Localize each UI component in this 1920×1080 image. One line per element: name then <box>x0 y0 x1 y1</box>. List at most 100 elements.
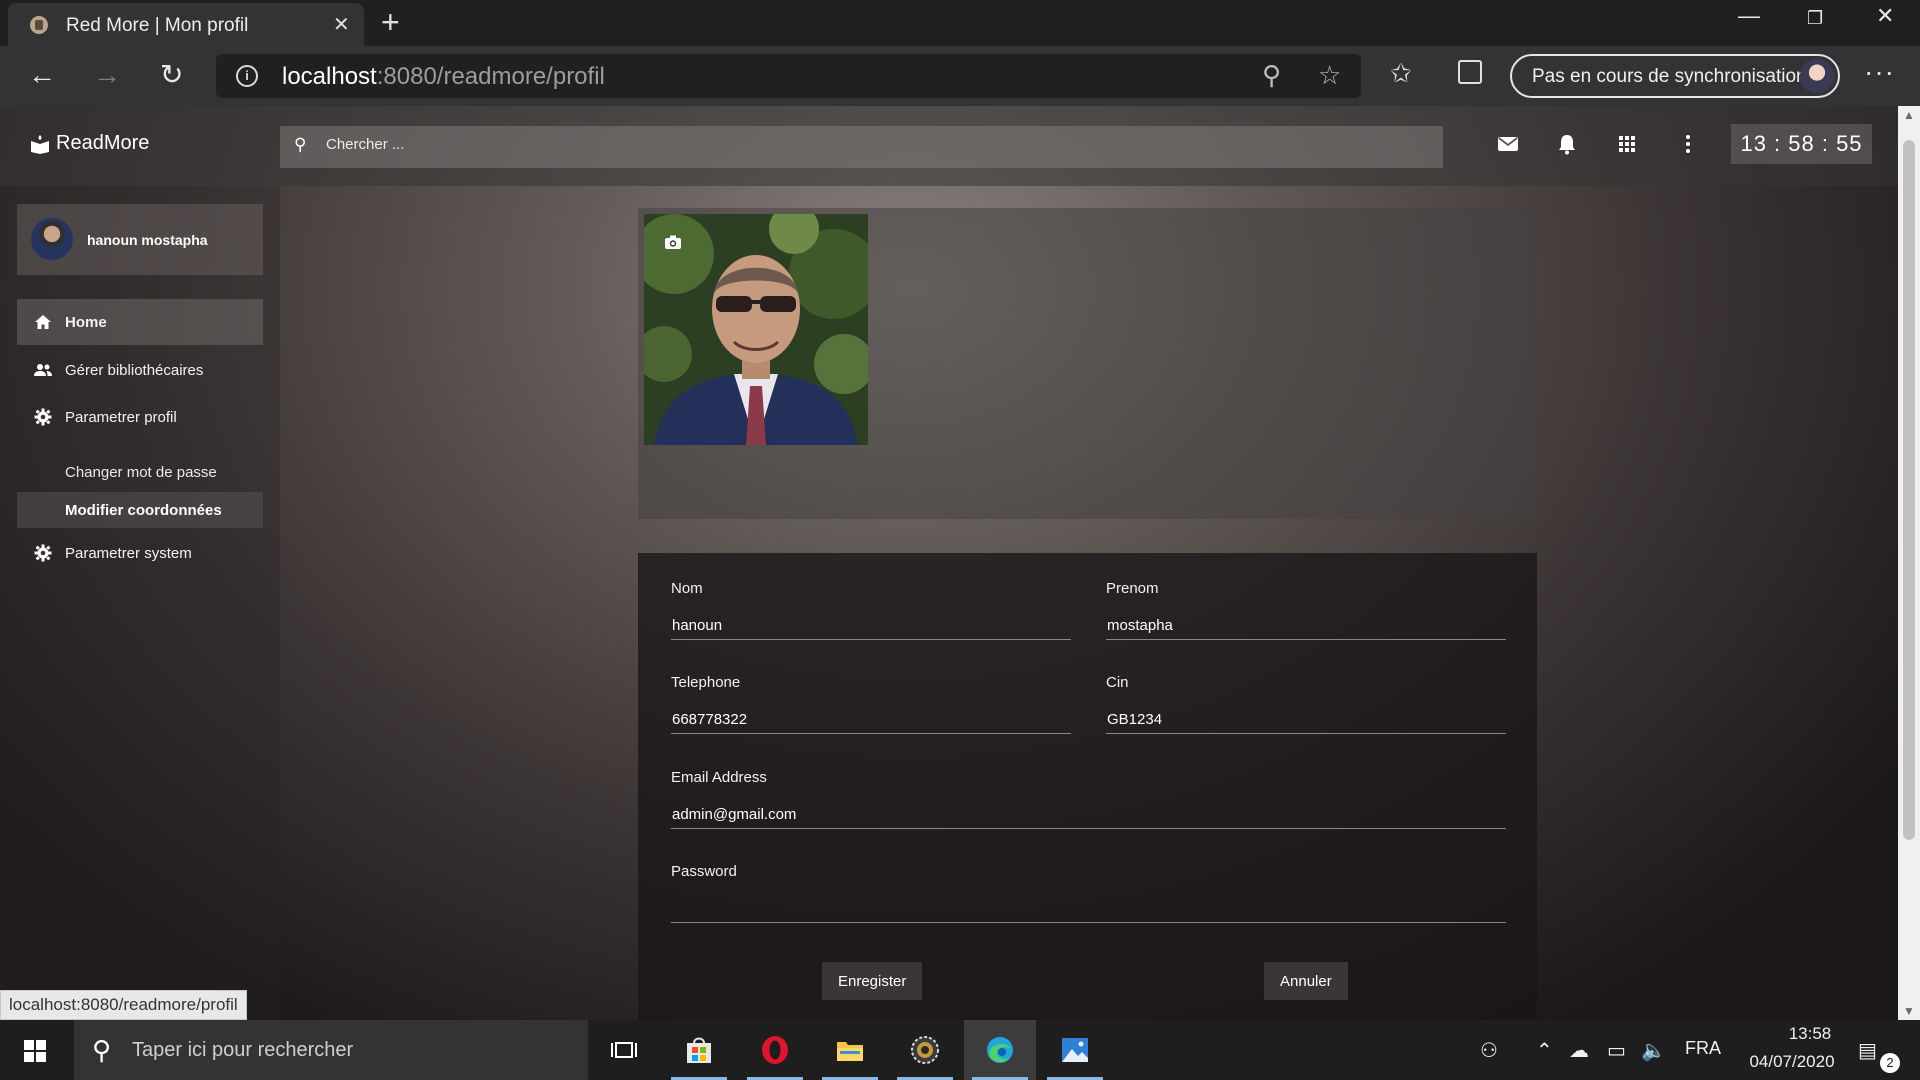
page-viewport: ReadMore ⚲ 13 : 58 : 55 <box>0 106 1898 1020</box>
opera-icon <box>762 1036 788 1064</box>
task-view-button[interactable] <box>588 1020 660 1080</box>
taskbar-search[interactable]: ⚲ Taper ici pour rechercher <box>74 1020 588 1080</box>
taskbar-date[interactable]: 04/07/2020 <box>1732 1052 1852 1072</box>
sync-label: Pas en cours de synchronisation <box>1532 66 1807 87</box>
gear-icon <box>34 408 52 426</box>
sidebar-item-librarians[interactable]: Gérer bibliothécaires <box>17 347 263 393</box>
scrollbar-thumb[interactable] <box>1903 140 1915 840</box>
sidebar-item-label: Parametrer system <box>65 544 192 562</box>
camera-icon[interactable] <box>664 234 682 250</box>
nom-label: Nom <box>671 580 703 597</box>
gear-icon <box>34 544 52 562</box>
address-bar[interactable]: i localhost:8080/readmore/profil ⚲ ☆ <box>216 54 1361 98</box>
chevron-up-icon[interactable]: ⌃ <box>1536 1038 1553 1063</box>
password-input[interactable] <box>671 891 1506 923</box>
onedrive-cloud-icon[interactable]: ☁ <box>1569 1038 1589 1063</box>
restore-window-icon[interactable]: ❐ <box>1807 8 1823 29</box>
cancel-button[interactable]: Annuler <box>1264 962 1348 1000</box>
close-tab-icon[interactable]: ✕ <box>333 12 350 37</box>
email-input[interactable] <box>671 797 1506 829</box>
cin-input[interactable] <box>1106 702 1506 734</box>
scroll-down-arrow-icon[interactable]: ▼ <box>1903 1004 1915 1018</box>
brand-logo[interactable]: ReadMore <box>30 132 149 155</box>
people-icon[interactable]: ⚇ <box>1480 1038 1498 1063</box>
url-text[interactable]: localhost:8080/readmore/profil <box>282 63 605 91</box>
collections-icon[interactable] <box>1458 60 1482 84</box>
avatar <box>31 218 73 260</box>
cin-field: Cin <box>1106 674 1506 736</box>
sidebar-subitem-edit-details[interactable]: Modifier coordonnées <box>17 492 263 528</box>
taskbar-app-store[interactable] <box>663 1020 735 1080</box>
sidebar-subitem-change-password[interactable]: Changer mot de passe <box>17 454 263 490</box>
user-name: hanoun mostapha <box>87 232 208 248</box>
clock-display: 13 : 58 : 55 <box>1731 124 1872 164</box>
windows-taskbar: ⚲ Taper ici pour rechercher ⚇ ⌃ ☁ ▭ 🔈 FR… <box>0 1020 1920 1080</box>
windows-start-icon[interactable] <box>24 1040 46 1062</box>
url-path: :8080/readmore/profil <box>376 63 605 90</box>
more-options-icon[interactable]: ··· <box>1864 56 1895 88</box>
telephone-input[interactable] <box>671 702 1071 734</box>
refresh-icon[interactable]: ↻ <box>160 60 183 90</box>
nom-input[interactable] <box>671 608 1071 640</box>
photos-icon <box>1062 1038 1088 1062</box>
user-card[interactable]: hanoun mostapha <box>17 204 263 275</box>
mail-icon[interactable] <box>1496 132 1520 156</box>
favorites-icon[interactable]: ✩ <box>1390 58 1412 89</box>
profile-photo[interactable] <box>644 214 868 445</box>
notification-count-badge: 2 <box>1880 1053 1900 1073</box>
taskbar-app-settings-tool[interactable] <box>889 1020 961 1080</box>
browser-tab-bar: Red More | Mon profil ✕ + — ❐ ✕ <box>0 0 1920 46</box>
folder-icon <box>837 1042 863 1061</box>
scroll-up-arrow-icon[interactable]: ▲ <box>1903 108 1915 122</box>
browser-toolbar: ← → ↻ i localhost:8080/readmore/profil ⚲… <box>0 46 1920 106</box>
taskbar-app-edge[interactable] <box>964 1020 1036 1080</box>
favorite-star-icon[interactable]: ☆ <box>1318 60 1341 91</box>
battery-icon[interactable]: ▭ <box>1607 1038 1626 1063</box>
email-field: Email Address <box>671 769 1506 831</box>
profile-form: Nom Prenom Telephone Cin Email Address P… <box>638 553 1537 1020</box>
sidebar-item-profile-settings[interactable]: Parametrer profil <box>17 394 263 440</box>
home-icon <box>35 315 51 329</box>
site-info-icon[interactable]: i <box>236 65 258 87</box>
more-vertical-icon[interactable] <box>1676 132 1700 156</box>
search-icon: ⚲ <box>294 135 307 154</box>
site-favicon-icon <box>30 16 48 34</box>
cin-label: Cin <box>1106 674 1129 691</box>
search-input[interactable] <box>326 136 926 153</box>
status-url-tooltip: localhost:8080/readmore/profil <box>0 990 247 1020</box>
profile-photo-card <box>638 208 1537 519</box>
profile-sync-button[interactable]: Pas en cours de synchronisation <box>1510 54 1840 98</box>
taskbar-time[interactable]: 13:58 <box>1760 1024 1860 1044</box>
close-window-icon[interactable]: ✕ <box>1876 3 1894 29</box>
taskbar-app-explorer[interactable] <box>814 1020 886 1080</box>
action-center-icon[interactable]: ▤ <box>1858 1038 1877 1063</box>
page-scrollbar[interactable]: ▲ ▼ <box>1898 106 1920 1020</box>
sidebar-item-home[interactable]: Home <box>17 299 263 345</box>
zoom-icon[interactable]: ⚲ <box>1262 60 1281 91</box>
password-field: Password <box>671 863 1506 925</box>
taskbar-app-opera[interactable] <box>739 1020 811 1080</box>
sidebar-item-system-settings[interactable]: Parametrer system <box>17 530 263 576</box>
save-button[interactable]: Enregister <box>822 962 923 1000</box>
language-indicator[interactable]: FRA <box>1685 1038 1721 1059</box>
browser-tab[interactable]: Red More | Mon profil ✕ <box>8 3 364 46</box>
search-icon: ⚲ <box>92 1035 112 1065</box>
new-tab-button[interactable]: + <box>381 4 400 41</box>
volume-icon[interactable]: 🔈 <box>1641 1038 1666 1063</box>
apps-grid-icon[interactable] <box>1615 132 1639 156</box>
taskbar-app-photos[interactable] <box>1039 1020 1111 1080</box>
prenom-field: Prenom <box>1106 580 1506 642</box>
forward-arrow-icon[interactable]: → <box>93 60 121 90</box>
prenom-label: Prenom <box>1106 580 1159 597</box>
prenom-input[interactable] <box>1106 608 1506 640</box>
back-arrow-icon[interactable]: ← <box>28 60 56 90</box>
notification-bell-icon[interactable] <box>1555 132 1579 156</box>
book-logo-icon <box>31 134 49 154</box>
minimize-window-icon[interactable]: — <box>1738 3 1760 29</box>
sidebar-item-label: Home <box>65 313 107 331</box>
brand-name: ReadMore <box>56 132 150 154</box>
password-label: Password <box>671 863 737 880</box>
email-label: Email Address <box>671 769 767 786</box>
profile-avatar <box>1800 59 1834 93</box>
search-bar[interactable]: ⚲ <box>280 126 1443 168</box>
